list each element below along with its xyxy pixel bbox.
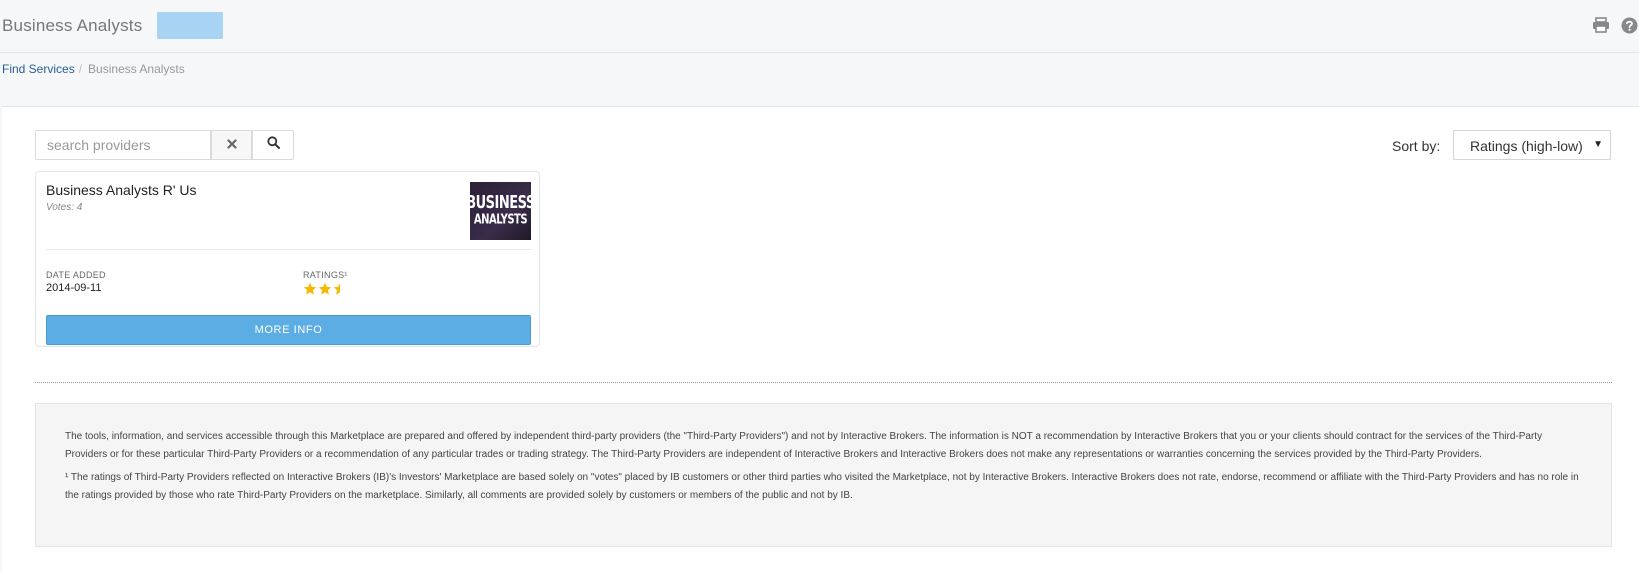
disclaimer-box: The tools, information, and services acc… [35, 403, 1612, 547]
star-icon [318, 282, 332, 295]
disclaimer-footnote: ¹ The ratings of Third-Party Providers r… [65, 472, 1579, 501]
sort-selected-value: Ratings (high-low) [1470, 138, 1583, 154]
breadcrumb-link-find-services[interactable]: Find Services [2, 62, 75, 76]
date-added-label: DATE ADDED [46, 270, 106, 280]
top-icons [1591, 15, 1639, 35]
half-star-icon [333, 282, 340, 295]
card-divider [46, 249, 531, 250]
search-button[interactable] [252, 130, 294, 160]
provider-name[interactable]: Business Analysts R' Us [46, 182, 197, 198]
top-bar: Business Analysts [0, 0, 1639, 53]
breadcrumb-current: Business Analysts [88, 62, 185, 76]
section-divider [35, 382, 1612, 383]
sort-select[interactable]: Ratings (high-low) ▼ [1453, 130, 1611, 160]
star-icon [303, 282, 317, 295]
help-icon[interactable] [1619, 15, 1639, 35]
search-icon [266, 136, 280, 154]
disclaimer-paragraph: The tools, information, and services acc… [65, 431, 1543, 460]
title-badge [157, 12, 223, 39]
ratings-label: RATINGS¹ [303, 270, 348, 280]
sort-label: Sort by: [1392, 138, 1441, 154]
provider-logo: BUSINESS ANALYSTS [466, 182, 535, 240]
print-icon[interactable] [1591, 15, 1611, 35]
date-added-value: 2014-09-11 [46, 282, 102, 294]
rating-stars [303, 282, 347, 295]
breadcrumb: Find Services / Business Analysts [2, 62, 185, 76]
close-icon [226, 136, 237, 154]
main-panel: Sort by: Ratings (high-low) ▼ Business A… [2, 106, 1639, 573]
page-title: Business Analysts [2, 16, 143, 35]
provider-logo-line-2: ANALYSTS [473, 212, 528, 228]
provider-logo-line-1: BUSINESS [466, 192, 535, 214]
provider-votes: Votes: 4 [46, 202, 83, 213]
breadcrumb-separator: / [78, 62, 83, 76]
chevron-down-icon: ▼ [1593, 139, 1603, 150]
more-info-button[interactable]: MORE INFO [46, 315, 531, 345]
search-input[interactable] [35, 130, 211, 160]
provider-card: Business Analysts R' Us Votes: 4 BUSINES… [35, 171, 540, 347]
clear-search-button[interactable] [211, 130, 252, 160]
